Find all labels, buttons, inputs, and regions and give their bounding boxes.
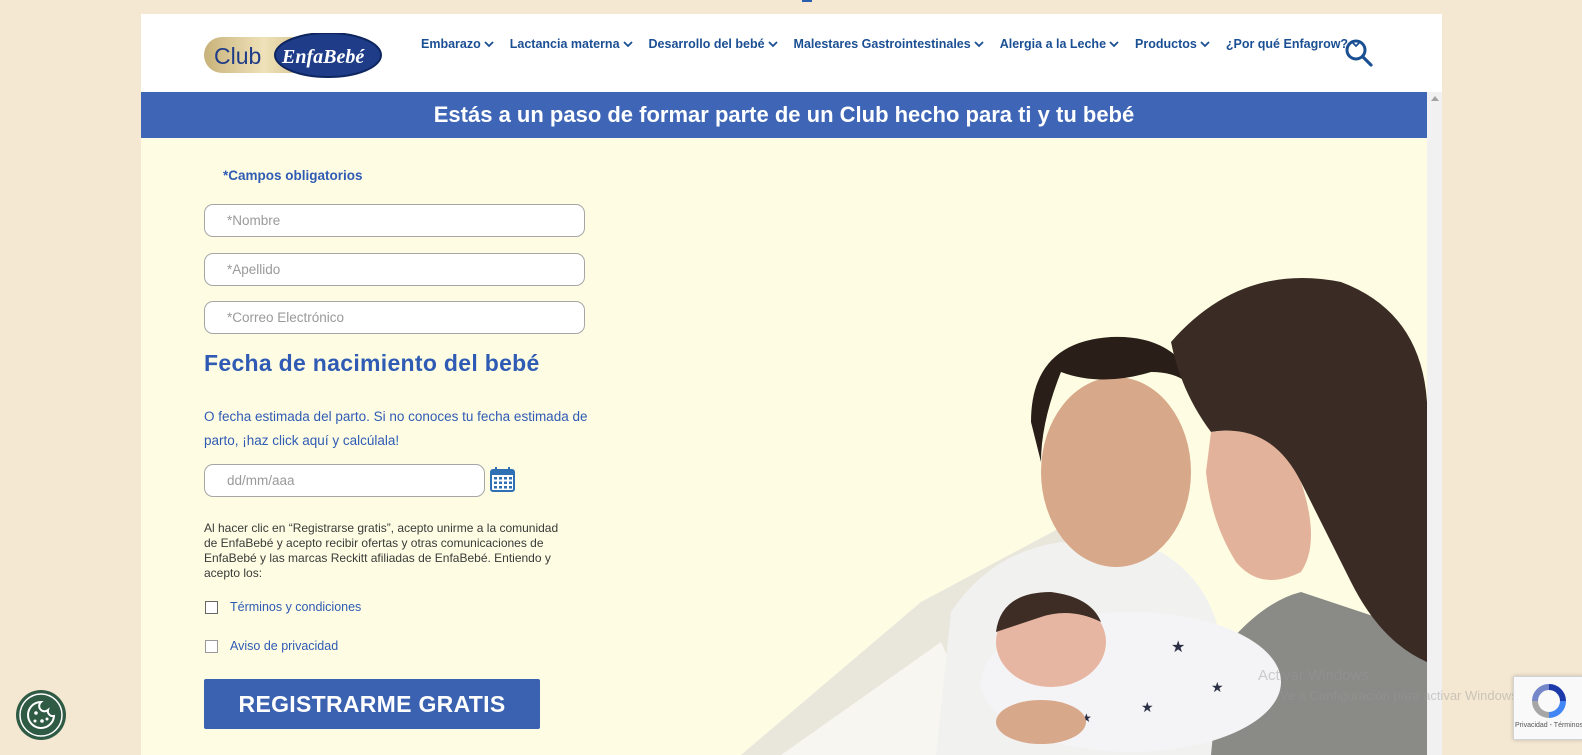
- nav-item-label: ¿Por qué Enfagrow?: [1225, 37, 1349, 51]
- nav-item-label: Malestares Gastrointestinales: [793, 37, 971, 51]
- nav-item-lactancia[interactable]: Lactancia materna: [510, 37, 633, 51]
- nav-item-desarrollo[interactable]: Desarrollo del bebé: [649, 37, 778, 51]
- required-fields-note: *Campos obligatorios: [223, 168, 363, 183]
- chevron-down-icon: [974, 41, 984, 48]
- email-input[interactable]: [204, 301, 585, 334]
- dob-description: O fecha estimada del parto. Si no conoce…: [204, 405, 589, 453]
- chevron-down-icon: [1200, 41, 1210, 48]
- privacy-link[interactable]: Aviso de privacidad: [230, 639, 338, 653]
- top-scroll-indicator: [802, 0, 812, 2]
- scroll-up-arrow-icon[interactable]: [1431, 96, 1439, 101]
- registration-section: Estás a un paso de formar parte de un Cl…: [141, 92, 1427, 755]
- club-enfabebe-logo[interactable]: Club EnfaBebé: [204, 33, 384, 81]
- svg-text:★: ★: [1211, 679, 1224, 695]
- recaptcha-badge[interactable]: Privacidad - Términos: [1513, 676, 1582, 740]
- dob-heading: Fecha de nacimiento del bebé: [204, 350, 540, 376]
- registration-banner: Estás a un paso de formar parte de un Cl…: [141, 92, 1427, 138]
- logo-brand-text: EnfaBebé: [281, 46, 365, 68]
- register-button[interactable]: REGISTRARME GRATIS: [204, 679, 540, 729]
- chevron-down-icon: [767, 41, 778, 48]
- calendar-icon[interactable]: [489, 466, 516, 493]
- terms-link[interactable]: Términos y condiciones: [230, 600, 361, 614]
- chevron-down-icon: [484, 41, 494, 48]
- privacy-checkbox[interactable]: [205, 639, 218, 653]
- nav-item-label: Productos: [1135, 37, 1197, 51]
- last-name-input[interactable]: [204, 253, 585, 286]
- search-icon[interactable]: [1344, 38, 1374, 68]
- svg-text:★: ★: [1171, 639, 1185, 656]
- content-scrollbar[interactable]: [1427, 92, 1442, 755]
- nav-item-label: Alergia a la Leche: [999, 37, 1107, 51]
- chevron-down-icon: [622, 41, 633, 48]
- nav-item-label: Desarrollo del bebé: [648, 37, 765, 51]
- recaptcha-links: Privacidad - Términos: [1515, 722, 1582, 729]
- nav-item-alergia[interactable]: Alergia a la Leche: [1000, 37, 1119, 51]
- first-name-input[interactable]: [204, 204, 585, 237]
- site-header: Club EnfaBebé Embarazo Lactancia materna…: [141, 14, 1442, 92]
- cookie-settings-button[interactable]: [16, 690, 66, 740]
- terms-checkbox[interactable]: [205, 600, 218, 614]
- recaptcha-icon: [1532, 684, 1566, 718]
- nav-item-por-que-enfagrow[interactable]: ¿Por qué Enfagrow?: [1226, 37, 1361, 51]
- logo-club-text: Club: [214, 43, 261, 69]
- due-date-calculator-link[interactable]: ¡haz click aquí y calcúlala!: [242, 433, 399, 448]
- page-container: Club EnfaBebé Embarazo Lactancia materna…: [141, 14, 1442, 755]
- nav-item-embarazo[interactable]: Embarazo: [421, 37, 494, 51]
- main-nav: Embarazo Lactancia materna Desarrollo de…: [421, 37, 1377, 51]
- birth-date-input[interactable]: [204, 464, 485, 497]
- privacy-row: Aviso de privacidad: [204, 639, 338, 653]
- nav-item-label: Embarazo: [421, 37, 481, 51]
- terms-row: Términos y condiciones: [204, 600, 361, 614]
- cookie-icon: [19, 693, 63, 737]
- svg-text:★: ★: [1141, 699, 1154, 715]
- nav-item-productos[interactable]: Productos: [1135, 37, 1210, 51]
- nav-item-malestares[interactable]: Malestares Gastrointestinales: [794, 37, 984, 51]
- consent-text: Al hacer clic en “Registrarse gratis”, a…: [204, 521, 559, 580]
- chevron-down-icon: [1109, 41, 1119, 48]
- nav-item-label: Lactancia materna: [509, 37, 620, 51]
